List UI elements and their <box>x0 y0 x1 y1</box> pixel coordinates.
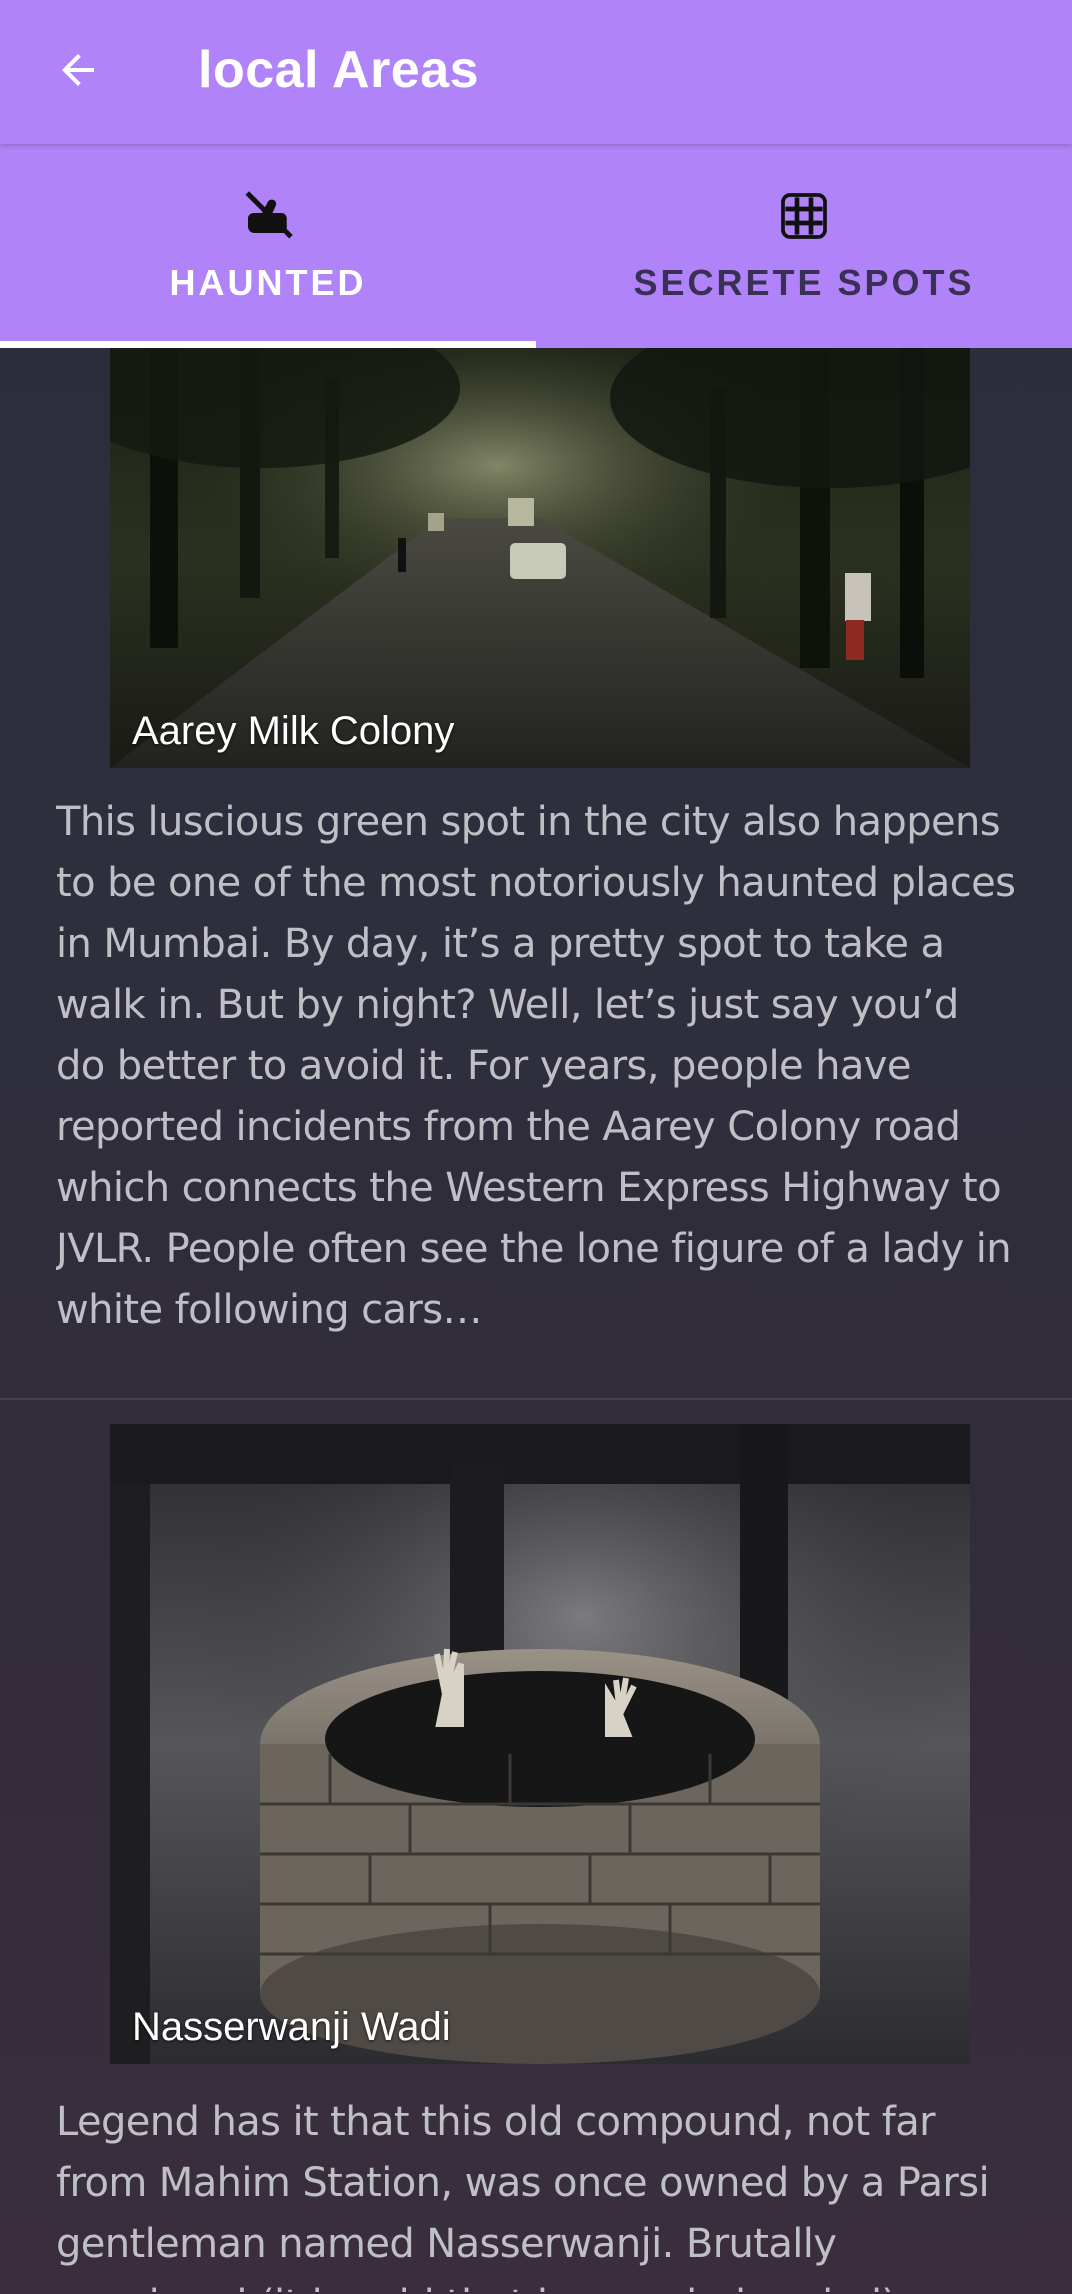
place-description: Legend has it that this old compound, no… <box>56 2099 990 2292</box>
place-description: This luscious green spot in the city als… <box>56 799 1016 1333</box>
tab-bar: HAUNTED SECRETE SPOTS <box>0 144 1072 348</box>
tab-indicator <box>0 341 536 348</box>
no-touch-icon <box>238 186 298 246</box>
page-title: local Areas <box>198 41 480 99</box>
app-bar: local Areas <box>0 0 1072 144</box>
place-name: Aarey Milk Colony <box>132 709 455 753</box>
divider <box>0 1398 1072 1400</box>
list-item[interactable]: Nasserwanji Wadi Legend has it that this… <box>0 1424 1072 2294</box>
tab-secrete-spots[interactable]: SECRETE SPOTS <box>536 144 1072 348</box>
place-image: Nasserwanji Wadi <box>110 1424 970 2064</box>
back-button[interactable] <box>44 36 112 104</box>
grid-icon <box>774 186 834 246</box>
tab-haunted[interactable]: HAUNTED <box>0 144 536 348</box>
tab-secrete-spots-label: SECRETE SPOTS <box>633 262 975 303</box>
list-item[interactable]: Aarey Milk Colony This luscious green sp… <box>0 348 1072 1398</box>
place-image: Aarey Milk Colony <box>110 348 970 768</box>
tab-haunted-label: HAUNTED <box>169 262 367 303</box>
arrow-left-icon <box>62 54 94 86</box>
place-name: Nasserwanji Wadi <box>132 2005 451 2049</box>
places-list[interactable]: Aarey Milk Colony This luscious green sp… <box>0 348 1072 2294</box>
